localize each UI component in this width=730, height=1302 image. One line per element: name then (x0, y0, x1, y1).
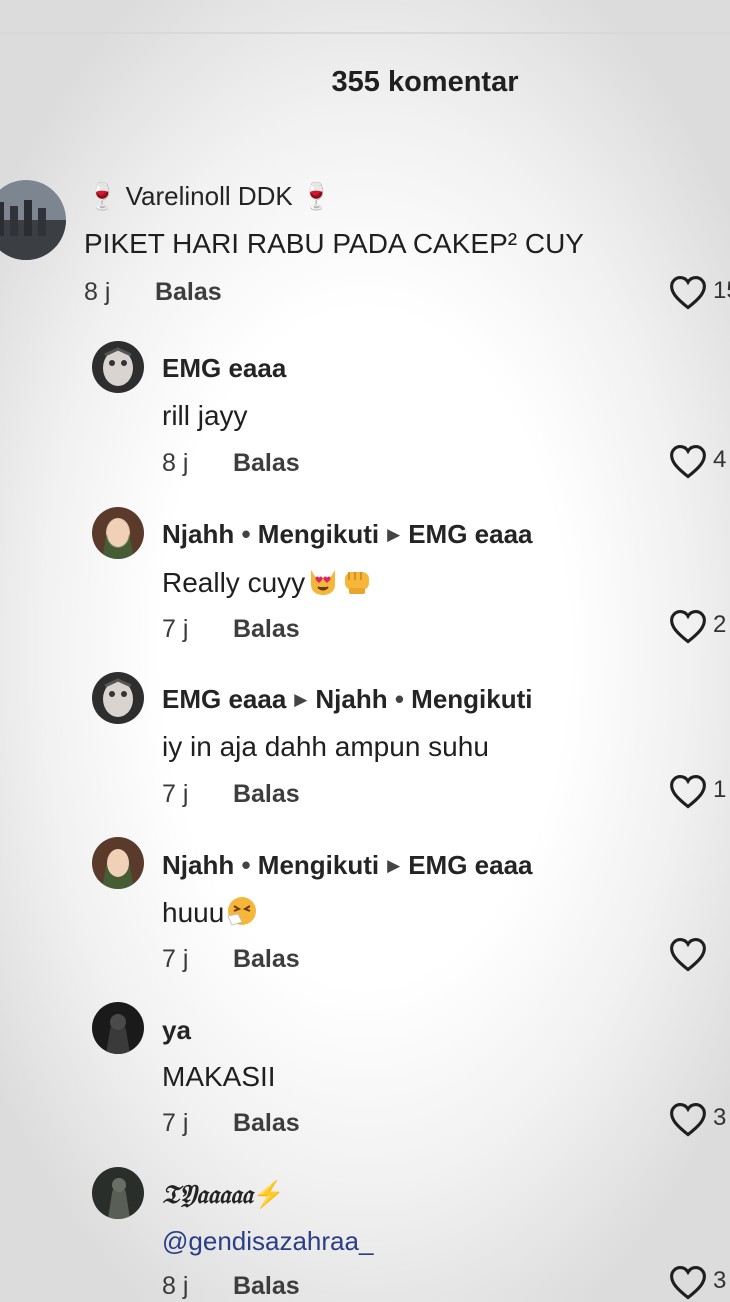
heart-icon (670, 775, 706, 809)
comment-meta: 7 j Balas (162, 945, 300, 974)
comment-text: iy in aja dahh ampun suhu (162, 731, 489, 762)
like-button[interactable]: 15 (668, 272, 730, 312)
heart-icon (670, 1103, 706, 1137)
lightning-icon: ⚡ (252, 1180, 286, 1210)
comment-meta: 7 j Balas (162, 1109, 300, 1138)
like-button[interactable]: 3 (668, 1099, 730, 1139)
comment-meta: 7 j Balas (162, 780, 300, 809)
like-count: 15 (713, 277, 730, 304)
comment-username[interactable]: EMG eaaa ▶ Njahh • Mengikuti (162, 684, 533, 715)
fist-icon (341, 566, 373, 603)
comment-username[interactable]: Njahh • Mengikuti ▶ EMG eaaa (162, 850, 533, 881)
reply-to-user[interactable]: EMG eaaa (408, 519, 532, 549)
like-count: 3 (713, 1267, 727, 1294)
reply-arrow-icon: ▶ (387, 525, 401, 544)
avatar[interactable] (92, 1002, 144, 1054)
comment-meta: 8 j Balas (162, 449, 300, 478)
comment-text: PIKET HARI RABU PADA CAKEP² CUY (84, 228, 584, 259)
like-count: 3 (713, 1104, 727, 1131)
comment-text: huuu (162, 896, 258, 933)
wine-glass-icon: 🍷 (86, 181, 119, 211)
comment-username[interactable]: ya (162, 1015, 191, 1046)
comment-time: 8 j (162, 449, 189, 477)
like-button[interactable] (668, 934, 730, 974)
following-tag: Mengikuti (257, 850, 380, 880)
heart-icon (670, 276, 706, 310)
comment-time: 7 j (162, 780, 189, 808)
like-button[interactable]: 1 (668, 771, 730, 811)
like-button[interactable]: 4 (668, 441, 730, 481)
like-button[interactable]: 3 (668, 1262, 730, 1302)
comment-time: 7 j (162, 615, 189, 643)
reply-to-user[interactable]: Njahh (315, 684, 387, 714)
reply-to-user[interactable]: EMG eaaa (408, 850, 532, 880)
wine-glass-icon: 🍷 (299, 181, 333, 211)
heart-icon (670, 938, 706, 972)
comment-time: 7 j (162, 1109, 189, 1137)
comment-time: 8 j (84, 278, 111, 306)
reply-arrow-icon: ▶ (294, 690, 308, 709)
comment-text: Really cuyy (162, 566, 373, 603)
reply-button[interactable]: Balas (233, 780, 300, 808)
heart-eyes-cat-icon (307, 566, 339, 603)
top-divider (0, 32, 730, 34)
following-tag: Mengikuti (411, 684, 533, 714)
comment-username[interactable]: EMG eaaa (162, 353, 286, 384)
avatar[interactable] (92, 341, 144, 393)
heart-icon (670, 610, 706, 644)
comment-meta: 8 j Balas (84, 278, 222, 307)
like-count: 1 (713, 776, 727, 803)
avatar[interactable] (92, 1167, 144, 1219)
reply-button[interactable]: Balas (233, 945, 300, 973)
comment-meta: 7 j Balas (162, 615, 300, 644)
reply-button[interactable]: Balas (233, 1272, 300, 1300)
heart-icon (670, 445, 706, 479)
comment-text: MAKASII (162, 1061, 276, 1092)
reply-arrow-icon: ▶ (387, 856, 401, 875)
avatar[interactable] (92, 672, 144, 724)
comment-text: rill jayy (162, 400, 248, 431)
following-tag: Mengikuti (257, 519, 380, 549)
avatar[interactable] (0, 180, 66, 260)
reply-button[interactable]: Balas (233, 449, 300, 477)
comment-count-title: 355 komentar (331, 66, 519, 98)
heart-icon (670, 1266, 706, 1300)
avatar[interactable] (92, 507, 144, 559)
mention-link[interactable]: @gendisazahraa_ (162, 1226, 373, 1257)
like-button[interactable]: 2 (668, 606, 730, 646)
like-count: 4 (713, 446, 727, 473)
reply-button[interactable]: Balas (233, 1109, 300, 1137)
reply-button[interactable]: Balas (233, 615, 300, 643)
comment-username[interactable]: Njahh • Mengikuti ▶ EMG eaaa (162, 519, 533, 550)
like-count: 2 (713, 611, 727, 638)
sneezing-face-icon (226, 896, 258, 933)
comment-time: 7 j (162, 945, 189, 973)
avatar[interactable] (92, 837, 144, 889)
comment-username[interactable]: 𝔗𝔜𝔞𝔞𝔞𝔞𝔞⚡ (162, 1180, 285, 1211)
comment-username[interactable]: 🍷 Varelinoll DDK 🍷 (86, 181, 332, 212)
reply-button[interactable]: Balas (155, 278, 222, 306)
